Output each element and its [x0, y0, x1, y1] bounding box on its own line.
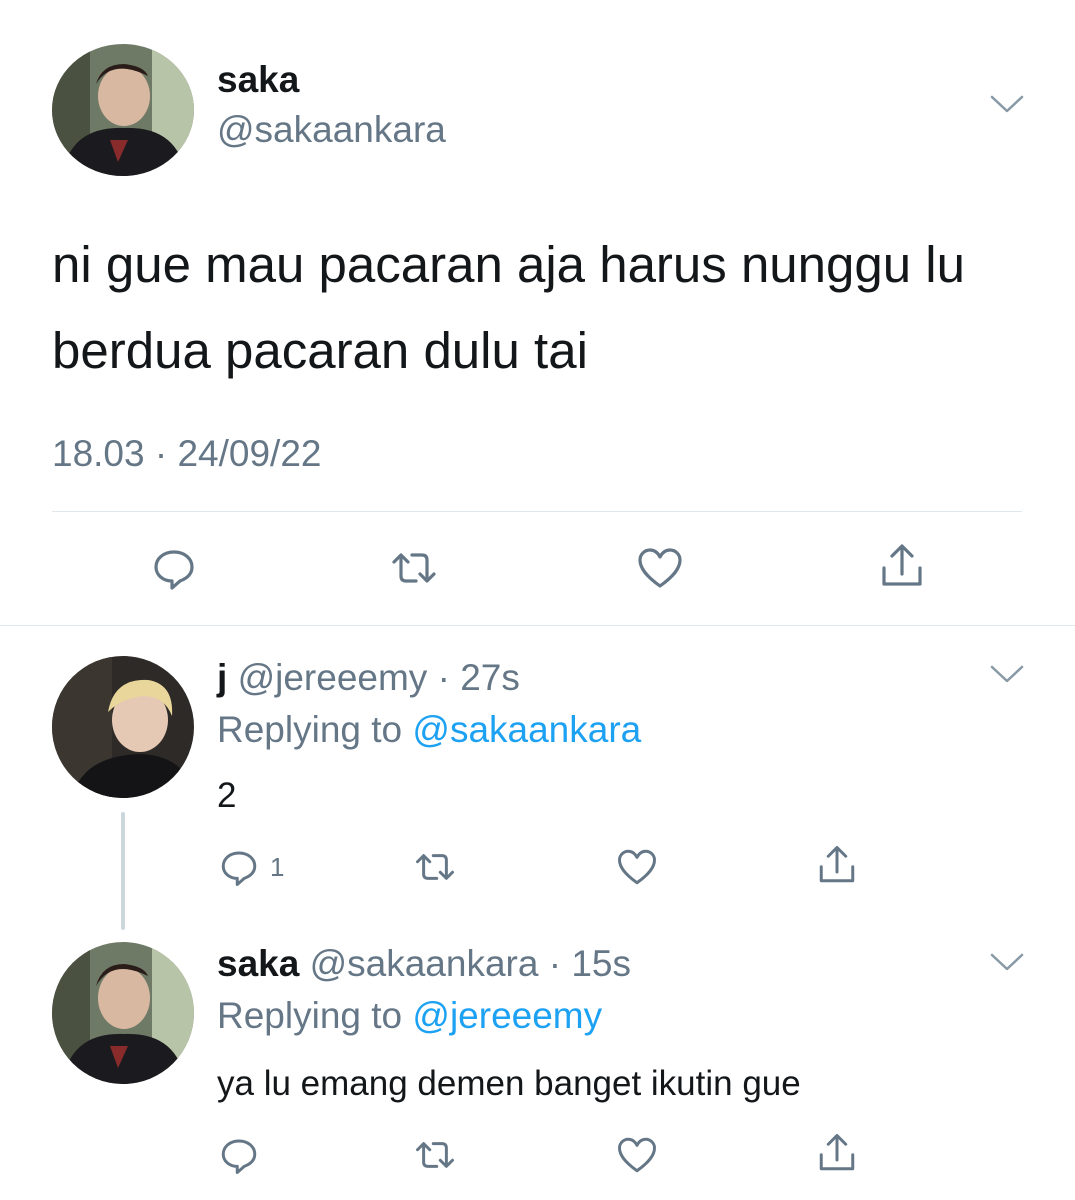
reply-text: 2	[217, 776, 237, 815]
tweet-text: ni gue mau pacaran aja harus nunggu lu b…	[52, 236, 965, 379]
tweet-timestamp[interactable]: 18.03 · 24/09/22	[52, 432, 322, 476]
mention-link[interactable]: @sakaankara	[412, 709, 641, 750]
avatar-saka[interactable]	[52, 44, 194, 176]
avatar-photo-saka	[52, 942, 194, 1084]
replying-to-label: Replying to	[217, 709, 403, 750]
reply-count: 1	[270, 852, 285, 882]
chevron-down-icon[interactable]	[990, 664, 1024, 684]
thread-connector	[121, 812, 125, 930]
retweet-icon[interactable]	[414, 846, 456, 888]
like-icon[interactable]	[616, 1134, 658, 1176]
share-icon[interactable]	[816, 1132, 858, 1174]
reply-header: j @jereeemy · 27s	[217, 656, 520, 700]
like-icon[interactable]	[636, 544, 684, 592]
divider	[0, 625, 1075, 626]
reply-icon[interactable]	[218, 1134, 260, 1176]
reply-time[interactable]: 15s	[571, 943, 631, 984]
author-handle[interactable]: @jereeemy	[238, 657, 428, 698]
author-name[interactable]: saka	[217, 58, 299, 102]
author-name[interactable]: j	[217, 657, 227, 698]
avatar-photo-jereeemy	[52, 656, 194, 798]
share-icon[interactable]	[878, 542, 926, 590]
divider	[52, 511, 1022, 512]
chevron-down-icon[interactable]	[990, 952, 1024, 972]
retweet-icon[interactable]	[390, 544, 438, 592]
author-handle[interactable]: @sakaankara	[310, 943, 539, 984]
reply-text: ya lu emang demen banget ikutin gue	[217, 1064, 801, 1103]
chevron-down-icon[interactable]	[990, 94, 1024, 114]
replying-to: Replying to @sakaankara	[217, 708, 641, 752]
mention-link[interactable]: @jereeemy	[412, 995, 602, 1036]
like-icon[interactable]	[616, 846, 658, 888]
share-icon[interactable]	[816, 844, 858, 886]
author-handle[interactable]: @sakaankara	[217, 108, 446, 152]
avatar-saka[interactable]	[52, 942, 194, 1084]
retweet-icon[interactable]	[414, 1134, 456, 1176]
separator-dot: ·	[437, 657, 450, 698]
author-name[interactable]: saka	[217, 943, 299, 984]
reply-header: saka @sakaankara · 15s	[217, 942, 631, 986]
avatar-jereeemy[interactable]	[52, 656, 194, 798]
separator-dot: ·	[548, 943, 562, 984]
reply-icon[interactable]	[218, 846, 260, 888]
replying-to-label: Replying to	[217, 995, 403, 1036]
replying-to: Replying to @jereeemy	[217, 994, 602, 1038]
reply-icon[interactable]	[150, 544, 198, 592]
reply-time[interactable]: 27s	[460, 657, 520, 698]
avatar-photo-saka	[52, 44, 194, 176]
